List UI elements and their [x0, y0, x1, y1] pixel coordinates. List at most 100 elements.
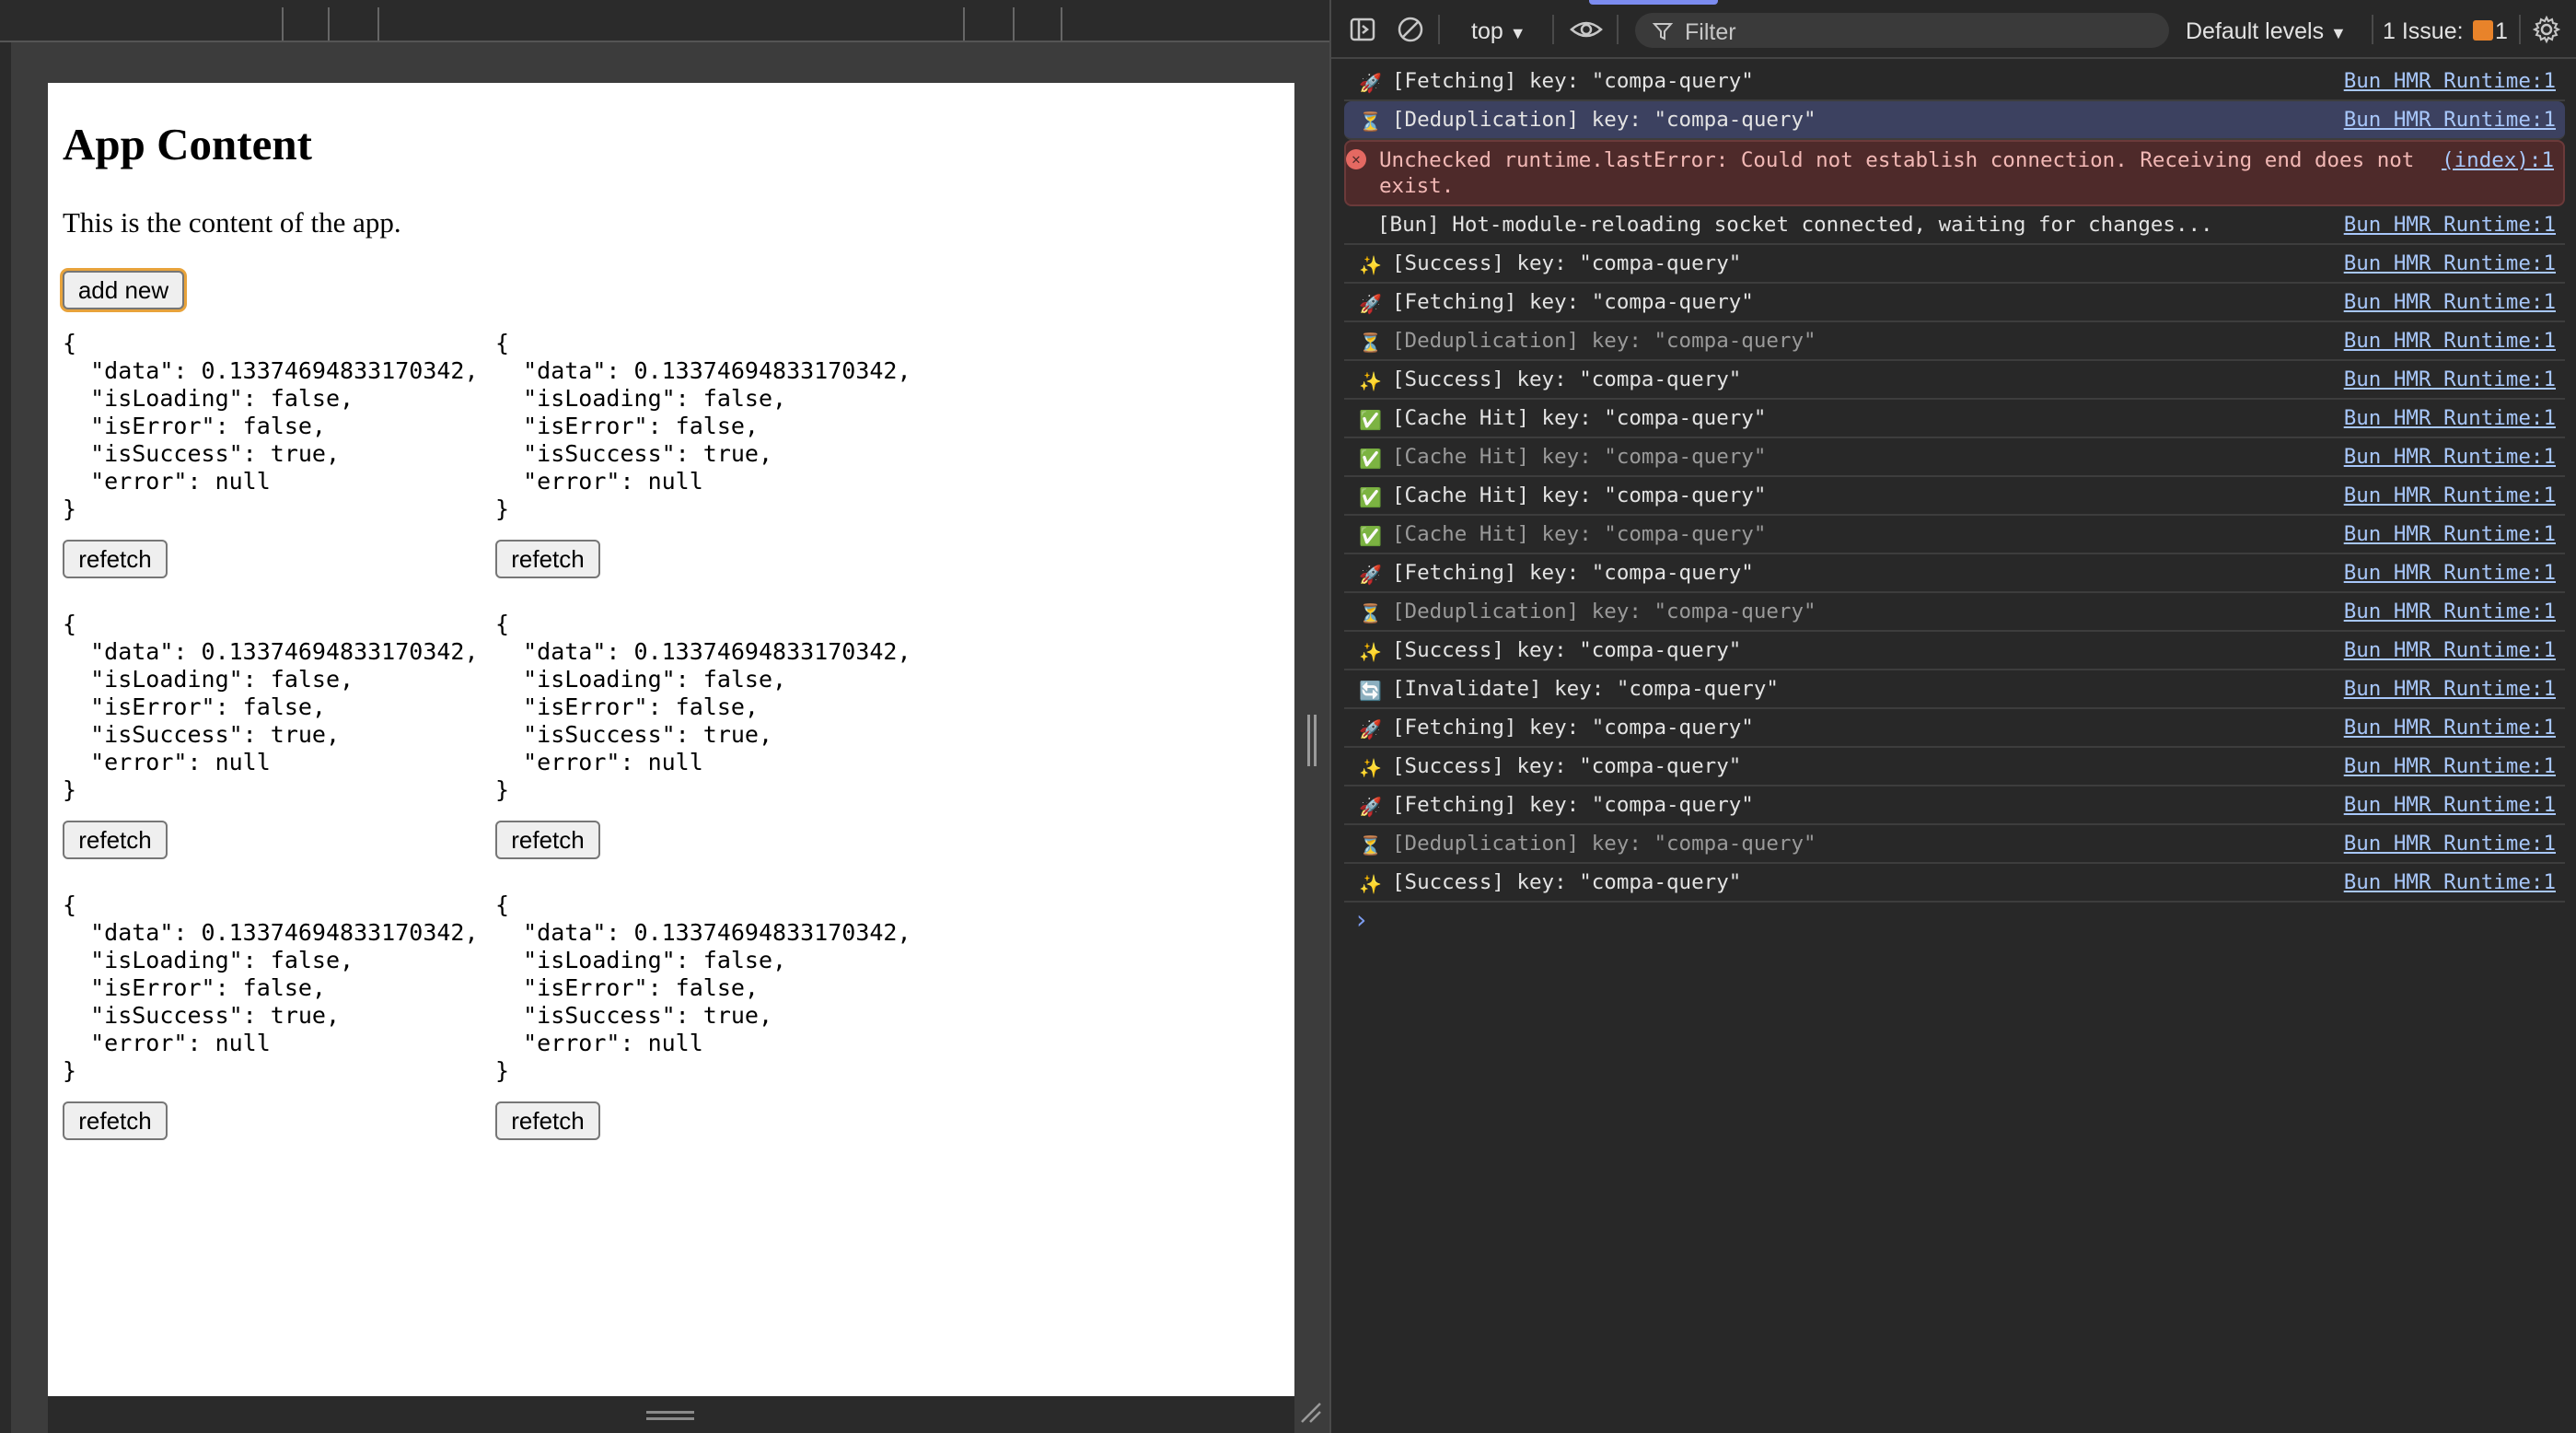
log-source-link[interactable]: Bun HMR Runtime:1 — [2344, 107, 2556, 133]
filter-placeholder: Filter — [1685, 19, 1736, 45]
viewport-bottom-bar — [48, 1396, 1294, 1433]
console-log-row[interactable]: 🚀 [Fetching] key: "compa-query" Bun HMR Ru… — [1344, 63, 2565, 101]
settings-gear-icon[interactable] — [2532, 15, 2561, 44]
console-messages: 🚀 [Fetching] key: "compa-query" Bun HMR Ru… — [1344, 63, 2565, 903]
log-levels-label: Default levels — [2186, 18, 2325, 44]
log-source-link[interactable]: Bun HMR Runtime:1 — [2344, 753, 2556, 779]
log-source-link[interactable]: Bun HMR Runtime:1 — [2344, 68, 2556, 94]
viewport-left-edge — [0, 42, 11, 1433]
height-resize-grip[interactable] — [646, 1411, 694, 1420]
query-card: { "data": 0.13374694833170342, "isLoadin… — [63, 330, 495, 578]
ruler-tick — [1061, 7, 1062, 41]
check-icon: ✅ — [1359, 486, 1382, 508]
console-log-row[interactable]: ✨ [Success] key: "compa-query" Bun HMR Run… — [1344, 361, 2565, 400]
console-log-row[interactable]: ✨ [Success] key: "compa-query" Bun HMR Run… — [1344, 748, 2565, 786]
resize-corner-icon[interactable] — [1298, 1400, 1324, 1426]
refetch-button[interactable]: refetch — [63, 1101, 168, 1140]
chevron-down-icon: ▼ — [2330, 24, 2347, 42]
console-log-row[interactable]: ✨ [Success] key: "compa-query" Bun HMR Run… — [1344, 632, 2565, 670]
query-state-json: { "data": 0.13374694833170342, "isLoadin… — [63, 891, 479, 1084]
log-source-link[interactable]: Bun HMR Runtime:1 — [2344, 367, 2556, 392]
check-icon: ✅ — [1359, 409, 1382, 431]
log-levels-dropdown[interactable]: Default levels ▼ — [2186, 18, 2347, 45]
query-state-json: { "data": 0.13374694833170342, "isLoadin… — [495, 611, 911, 803]
log-message: Unchecked runtime.lastError: Could not e… — [1379, 148, 2427, 198]
app-frame: App Content This is the content of the a… — [48, 83, 1294, 1396]
sidebar-toggle-icon[interactable] — [1348, 15, 1377, 44]
log-source-link[interactable]: Bun HMR Runtime:1 — [2344, 328, 2556, 354]
log-source-link[interactable]: Bun HMR Runtime:1 — [2344, 715, 2556, 740]
console-log-row[interactable]: ✅ [Cache Hit] key: "compa-query" Bun HMR R… — [1344, 400, 2565, 438]
console-log-row[interactable]: ✅ [Cache Hit] key: "compa-query" Bun HMR R… — [1344, 477, 2565, 516]
console-log-row[interactable]: ✅ [Cache Hit] key: "compa-query" Bun HMR R… — [1344, 516, 2565, 554]
rocket-icon: 🚀 — [1359, 718, 1382, 740]
hourglass-icon: ⏳ — [1359, 332, 1382, 354]
live-expression-eye-icon[interactable] — [1569, 15, 1604, 44]
log-source-link[interactable]: Bun HMR Runtime:1 — [2344, 444, 2556, 470]
console-error-row[interactable]: ✕ Unchecked runtime.lastError: Could not … — [1344, 140, 2565, 206]
log-source-link[interactable]: (index):1 — [2442, 147, 2554, 173]
refetch-button[interactable]: refetch — [63, 540, 168, 578]
toolbar-separator — [2519, 15, 2521, 44]
check-icon: ✅ — [1359, 525, 1382, 547]
log-source-link[interactable]: Bun HMR Runtime:1 — [2344, 792, 2556, 818]
console-log-row[interactable]: [Bun] Hot-module-reloading socket connec… — [1344, 206, 2565, 245]
query-card: { "data": 0.13374694833170342, "isLoadin… — [495, 611, 928, 859]
refetch-button[interactable]: refetch — [63, 821, 168, 859]
console-prompt-icon[interactable]: › — [1353, 904, 1369, 935]
clear-console-icon[interactable] — [1396, 15, 1425, 44]
log-source-link[interactable]: Bun HMR Runtime:1 — [2344, 212, 2556, 238]
console-log-row[interactable]: ⏳ [Deduplication] key: "compa-query" Bun H… — [1344, 593, 2565, 632]
ruler-tick — [963, 7, 965, 41]
console-log-row[interactable]: 🔄 [Invalidate] key: "compa-query" Bun HMR … — [1344, 670, 2565, 709]
filter-icon — [1652, 23, 1674, 41]
sparkles-icon: ✨ — [1359, 254, 1382, 276]
sparkles-icon: ✨ — [1359, 757, 1382, 779]
query-card: { "data": 0.13374694833170342, "isLoadin… — [63, 611, 495, 859]
console-log-row[interactable]: ⏳ [Deduplication] key: "compa-query" Bun H… — [1344, 825, 2565, 864]
refetch-button[interactable]: refetch — [495, 540, 600, 578]
log-source-link[interactable]: Bun HMR Runtime:1 — [2344, 483, 2556, 508]
panel-split-handle[interactable] — [1305, 715, 1318, 766]
log-source-link[interactable]: Bun HMR Runtime:1 — [2344, 250, 2556, 276]
rocket-icon: 🚀 — [1359, 293, 1382, 315]
error-icon: ✕ — [1346, 149, 1366, 169]
console-log-row[interactable]: ✅ [Cache Hit] key: "compa-query" Bun HMR R… — [1344, 438, 2565, 477]
chevron-down-icon: ▼ — [1509, 24, 1526, 42]
log-source-link[interactable]: Bun HMR Runtime:1 — [2344, 560, 2556, 586]
console-log-row[interactable]: 🚀 [Fetching] key: "compa-query" Bun HMR Ru… — [1344, 709, 2565, 748]
rocket-icon: 🚀 — [1359, 564, 1382, 586]
log-source-link[interactable]: Bun HMR Runtime:1 — [2344, 869, 2556, 895]
browser-viewport-pane: App Content This is the content of the a… — [0, 0, 1329, 1433]
query-state-json: { "data": 0.13374694833170342, "isLoadin… — [495, 891, 911, 1084]
context-selector[interactable]: top ▼ — [1471, 18, 1526, 45]
ruler-tick — [282, 7, 284, 41]
hourglass-icon: ⏳ — [1359, 111, 1382, 133]
log-source-link[interactable]: Bun HMR Runtime:1 — [2344, 676, 2556, 702]
console-log-row[interactable]: 🚀 [Fetching] key: "compa-query" Bun HMR Ru… — [1344, 554, 2565, 593]
console-toolbar: top ▼ Filter Default levels ▼ 1 Issue: 1 — [1331, 0, 2576, 59]
log-source-link[interactable]: Bun HMR Runtime:1 — [2344, 405, 2556, 431]
log-source-link[interactable]: Bun HMR Runtime:1 — [2344, 831, 2556, 856]
query-card: { "data": 0.13374694833170342, "isLoadin… — [495, 891, 928, 1140]
log-source-link[interactable]: Bun HMR Runtime:1 — [2344, 521, 2556, 547]
console-log-row[interactable]: ✨ [Success] key: "compa-query" Bun HMR Run… — [1344, 245, 2565, 284]
toolbar-separator — [2372, 15, 2373, 44]
console-log-row[interactable]: ⏳ [Deduplication] key: "compa-query" Bun H… — [1344, 322, 2565, 361]
app-description: This is the content of the app. — [63, 206, 401, 239]
query-state-json: { "data": 0.13374694833170342, "isLoadin… — [63, 611, 479, 803]
refetch-button[interactable]: refetch — [495, 1101, 600, 1140]
console-log-row[interactable]: ⏳ [Deduplication] key: "compa-query" Bun H… — [1344, 101, 2565, 140]
console-log-row[interactable]: ✨ [Success] key: "compa-query" Bun HMR Run… — [1344, 864, 2565, 903]
filter-input[interactable]: Filter — [1635, 13, 2169, 48]
log-source-link[interactable]: Bun HMR Runtime:1 — [2344, 599, 2556, 624]
check-icon: ✅ — [1359, 448, 1382, 470]
refetch-button[interactable]: refetch — [495, 821, 600, 859]
issues-button[interactable]: 1 Issue: — [2383, 18, 2464, 45]
add-new-button[interactable]: add new — [63, 271, 184, 309]
console-log-row[interactable]: 🚀 [Fetching] key: "compa-query" Bun HMR Ru… — [1344, 786, 2565, 825]
log-source-link[interactable]: Bun HMR Runtime:1 — [2344, 289, 2556, 315]
console-log-row[interactable]: 🚀 [Fetching] key: "compa-query" Bun HMR Ru… — [1344, 284, 2565, 322]
hourglass-icon: ⏳ — [1359, 602, 1382, 624]
log-source-link[interactable]: Bun HMR Runtime:1 — [2344, 637, 2556, 663]
